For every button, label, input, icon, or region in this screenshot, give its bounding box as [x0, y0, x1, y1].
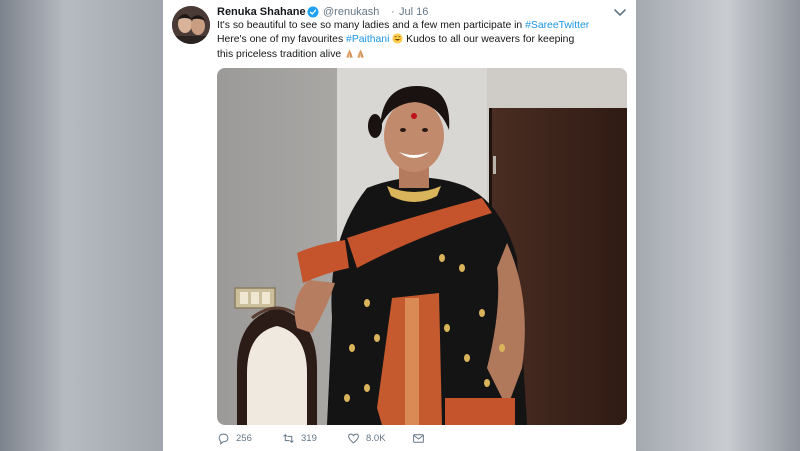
tweet-photo[interactable] — [217, 68, 627, 425]
author-name[interactable]: Renuka Shahane — [217, 6, 306, 18]
heart-icon — [348, 433, 359, 444]
tweet-text: It's so beautiful to see so many ladies … — [217, 19, 627, 62]
retweet-action[interactable]: 319 — [282, 432, 317, 445]
avatar[interactable] — [172, 6, 210, 44]
author-handle[interactable]: @renukash — [323, 6, 379, 18]
background-right — [636, 0, 800, 451]
folded-hands-icon — [346, 48, 353, 58]
like-count: 8.0K — [366, 433, 386, 444]
tweet-text-line3: this priceless tradition alive — [217, 48, 345, 60]
tweet-text-line2: Here's one of my favourites — [217, 34, 347, 46]
reply-count: 256 — [236, 433, 252, 444]
reply-icon — [218, 433, 229, 445]
tweet-text-line1: It's so beautiful to see so many ladies … — [217, 20, 526, 31]
hashtag-paithani[interactable]: #Paithani — [346, 34, 389, 45]
smiling-face-icon — [392, 33, 403, 44]
tweet-date[interactable]: Jul 16 — [399, 6, 428, 18]
tweet-actions: 256 319 8.0K — [217, 432, 627, 448]
retweet-count: 319 — [301, 433, 317, 444]
verified-badge-icon — [307, 6, 319, 18]
chevron-down-icon[interactable] — [614, 8, 626, 18]
reply-action[interactable]: 256 — [217, 432, 252, 445]
tweet-card: Renuka Shahane @renukash · Jul 16 It's s… — [163, 0, 636, 451]
folded-hands-icon — [357, 48, 364, 58]
envelope-icon — [413, 434, 424, 443]
like-action[interactable]: 8.0K — [347, 432, 386, 445]
retweet-icon — [283, 434, 294, 443]
tweet-text-line2-rest: Kudos to all our weavers for keeping — [403, 34, 575, 46]
meta-separator: · — [391, 6, 395, 18]
background-left — [0, 0, 163, 451]
hashtag-sareetwitter[interactable]: #SareeTwitter — [525, 20, 589, 31]
dm-action[interactable] — [412, 432, 425, 445]
